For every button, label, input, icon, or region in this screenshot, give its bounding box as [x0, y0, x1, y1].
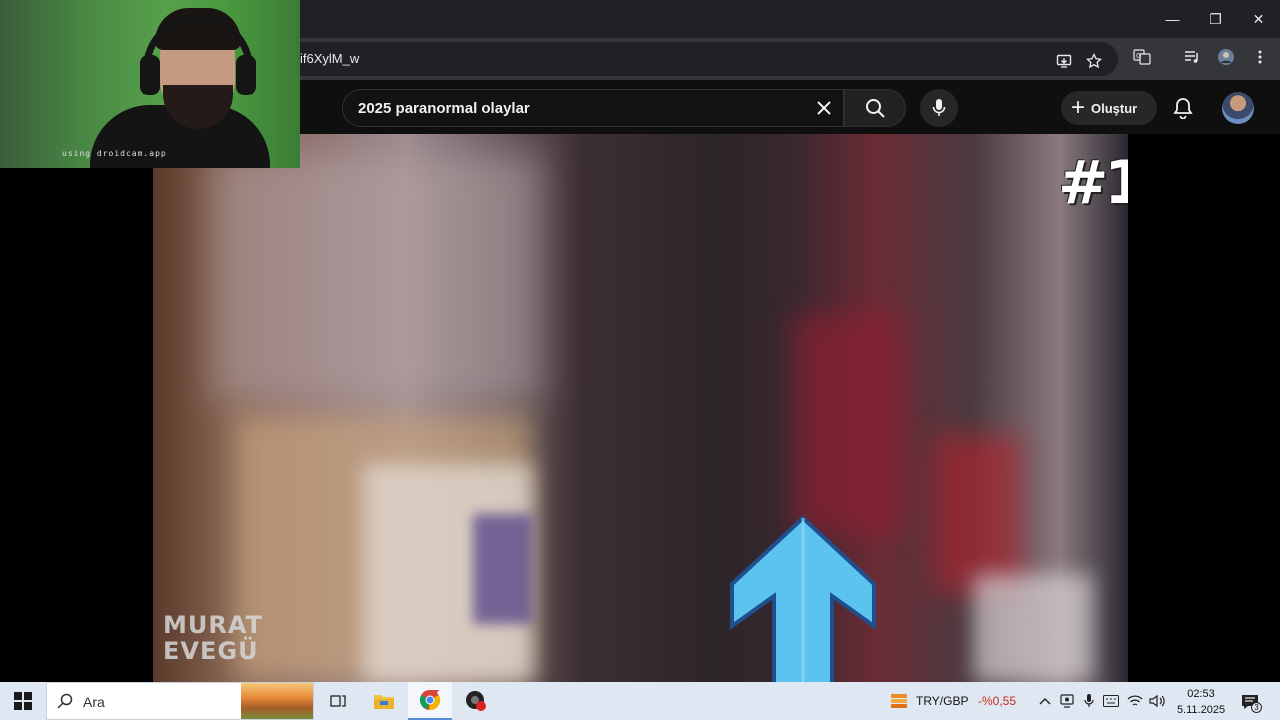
create-label: Oluştur: [1091, 100, 1138, 116]
microphone-icon: [932, 99, 946, 116]
obs-taskbar-button[interactable]: [454, 682, 498, 720]
notifications-bell-icon[interactable]: [1168, 93, 1198, 123]
video-frame[interactable]: #1 MURAT EVEGÜ: [153, 134, 1128, 682]
address-bar[interactable]: if6XylM_w: [280, 42, 1118, 76]
webcam-overlay: using droidcam.app: [0, 0, 300, 168]
install-app-icon[interactable]: [1054, 51, 1074, 71]
currency-widget-icon[interactable]: [888, 692, 910, 710]
chrome-icon: [419, 689, 441, 711]
url-text[interactable]: if6XylM_w: [300, 51, 359, 66]
profile-avatar-icon[interactable]: [1216, 47, 1236, 67]
channel-watermark: MURAT EVEGÜ: [163, 612, 263, 664]
taskbar-search[interactable]: Ara: [46, 682, 314, 720]
webcam-tray-icon[interactable]: [1058, 692, 1076, 710]
task-view-button[interactable]: [316, 682, 360, 720]
search-input[interactable]: 2025 paranormal olaylar: [358, 100, 530, 117]
plus-icon: +: [1071, 94, 1086, 121]
microphone-icon[interactable]: [1080, 692, 1098, 710]
clear-search-icon[interactable]: [809, 93, 839, 123]
search-button[interactable]: [844, 89, 906, 127]
bookmark-star-icon[interactable]: [1084, 51, 1104, 71]
system-clock[interactable]: 02:53 5.11.2025: [1170, 686, 1232, 718]
create-button[interactable]: + Oluştur: [1061, 91, 1157, 125]
notification-count: 3: [1251, 702, 1262, 713]
minimize-button[interactable]: —: [1151, 0, 1194, 38]
voice-search-button[interactable]: [920, 89, 958, 127]
search-icon: [866, 99, 885, 118]
windows-taskbar: Ara TRY/GBP -%0,55 02:53 5.11.2025 3: [0, 682, 1280, 720]
chrome-taskbar-button[interactable]: [408, 682, 452, 720]
clock-time: 02:53: [1187, 688, 1215, 700]
file-explorer-button[interactable]: [362, 682, 406, 720]
search-icon: [57, 693, 73, 709]
search-highlight-image: [241, 683, 313, 719]
currency-pair[interactable]: TRY/GBP: [916, 694, 968, 708]
up-arrow-icon: [730, 515, 876, 682]
svg-text:G: G: [1136, 52, 1141, 60]
watermark-line-1: MURAT: [163, 611, 263, 639]
window-controls: — ❐ ✕: [1151, 0, 1280, 38]
rank-overlay: #1: [1058, 148, 1128, 218]
video-player[interactable]: #1 MURAT EVEGÜ: [0, 134, 1280, 682]
media-queue-icon[interactable]: [1182, 47, 1202, 67]
search-box[interactable]: 2025 paranormal olaylar: [342, 89, 844, 127]
volume-icon[interactable]: [1148, 692, 1166, 710]
wifi-icon[interactable]: [1126, 692, 1144, 710]
watermark-line-2: EVEGÜ: [163, 637, 259, 665]
task-view-icon: [330, 695, 346, 707]
clock-date: 5.11.2025: [1176, 704, 1226, 716]
close-window-button[interactable]: ✕: [1237, 0, 1280, 38]
restore-button[interactable]: ❐: [1194, 0, 1237, 38]
windows-logo-icon: [14, 692, 32, 710]
webcam-label: using droidcam.app: [62, 149, 167, 158]
start-button[interactable]: [0, 682, 46, 720]
recording-app-icon: [466, 691, 486, 711]
show-hidden-icons-chevron-icon[interactable]: [1036, 692, 1054, 710]
currency-change[interactable]: -%0,55: [978, 694, 1016, 708]
account-avatar[interactable]: [1222, 92, 1254, 124]
keyboard-language-icon[interactable]: [1102, 692, 1120, 710]
translate-icon[interactable]: G: [1132, 47, 1152, 67]
taskbar-search-placeholder: Ara: [83, 694, 105, 710]
more-options-icon[interactable]: [1250, 47, 1270, 67]
folder-icon: [374, 695, 394, 709]
notification-center-button[interactable]: 3: [1238, 690, 1262, 714]
